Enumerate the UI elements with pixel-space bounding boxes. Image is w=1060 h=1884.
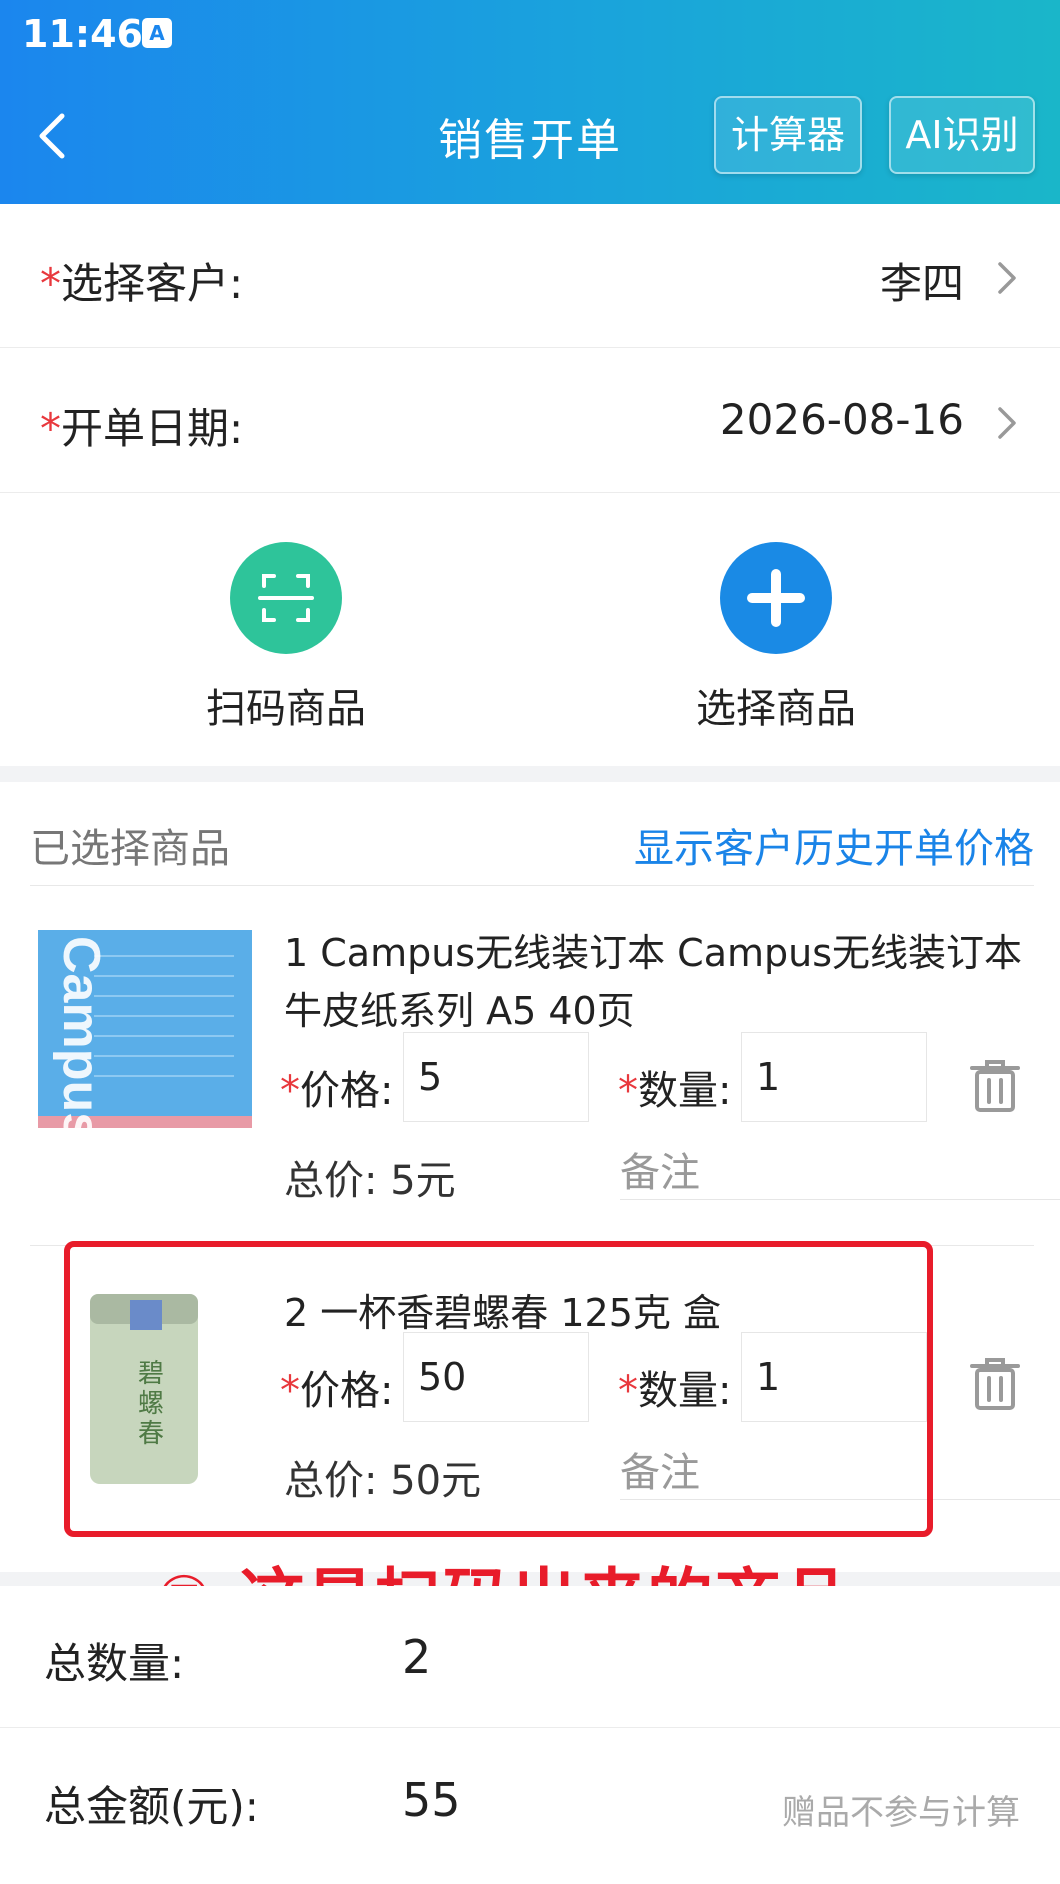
goods-name: 1 Campus无线装订本 Campus无线装订本 牛皮纸系列 A5 40页 — [284, 931, 1023, 1033]
section-title: 已选择商品 — [30, 826, 230, 872]
summary-section: 总数量: 2 总金额(元): 55 赠品不参与计算 — [0, 1586, 1060, 1884]
select-goods-button[interactable]: 选择商品 — [646, 534, 906, 734]
total-qty-row: 总数量: 2 — [0, 1586, 1060, 1728]
date-row[interactable]: *开单日期: 2026-08-16 — [0, 349, 1060, 493]
date-label: *开单日期: — [40, 404, 244, 453]
scan-icon — [230, 542, 342, 654]
ai-recognize-button[interactable]: AI识别 — [889, 96, 1035, 174]
total-qty-value: 2 — [402, 1630, 432, 1684]
customer-label: *选择客户: — [40, 259, 244, 308]
total-amount-row: 总金额(元): 55 赠品不参与计算 — [0, 1729, 1060, 1871]
calculator-button[interactable]: 计算器 — [714, 96, 862, 174]
date-value: 2026-08-16 — [719, 395, 964, 444]
qty-label: *数量: — [618, 1068, 732, 1114]
trash-icon[interactable] — [968, 1058, 1022, 1114]
qty-input[interactable]: 1 — [741, 1032, 927, 1122]
scan-goods-label: 扫码商品 — [206, 686, 366, 732]
goods-item: Campus 1 Campus无线装订本 Campus无线装订本 牛皮纸系列 A… — [0, 886, 1060, 1204]
item-total: 总价: 5元 — [284, 1158, 456, 1204]
total-amount-label: 总金额(元): — [44, 1782, 259, 1831]
chevron-right-icon — [998, 262, 1016, 294]
customer-row[interactable]: *选择客户: 李四 — [0, 204, 1060, 348]
customer-value: 李四 — [879, 259, 964, 308]
note-input[interactable]: 备注 — [620, 1130, 1060, 1200]
order-form: *选择客户: 李四 *开单日期: 2026-08-16 扫码商品 选择商品 — [0, 204, 1060, 766]
price-label: *价格: — [280, 1068, 394, 1114]
total-amount-value: 55 — [402, 1773, 461, 1827]
highlight-box — [64, 1241, 933, 1537]
history-price-link[interactable]: 显示客户历史开单价格 — [634, 816, 1034, 874]
price-input[interactable]: 5 — [403, 1032, 589, 1122]
campus-notebook-image: Campus — [38, 930, 252, 1132]
chevron-right-icon — [998, 407, 1016, 439]
scan-goods-button[interactable]: 扫码商品 — [156, 534, 416, 734]
gift-hint: 赠品不参与计算 — [782, 1793, 1020, 1833]
app-notification-icon: A — [142, 18, 172, 48]
trash-icon[interactable] — [968, 1356, 1022, 1412]
plus-icon — [720, 542, 832, 654]
app-header: 11:46 A 销售开单 计算器 AI识别 — [0, 0, 1060, 204]
select-goods-label: 选择商品 — [696, 686, 856, 732]
status-time: 11:46 — [22, 12, 143, 56]
total-qty-label: 总数量: — [44, 1639, 185, 1688]
svg-text:Campus: Campus — [52, 936, 110, 1132]
